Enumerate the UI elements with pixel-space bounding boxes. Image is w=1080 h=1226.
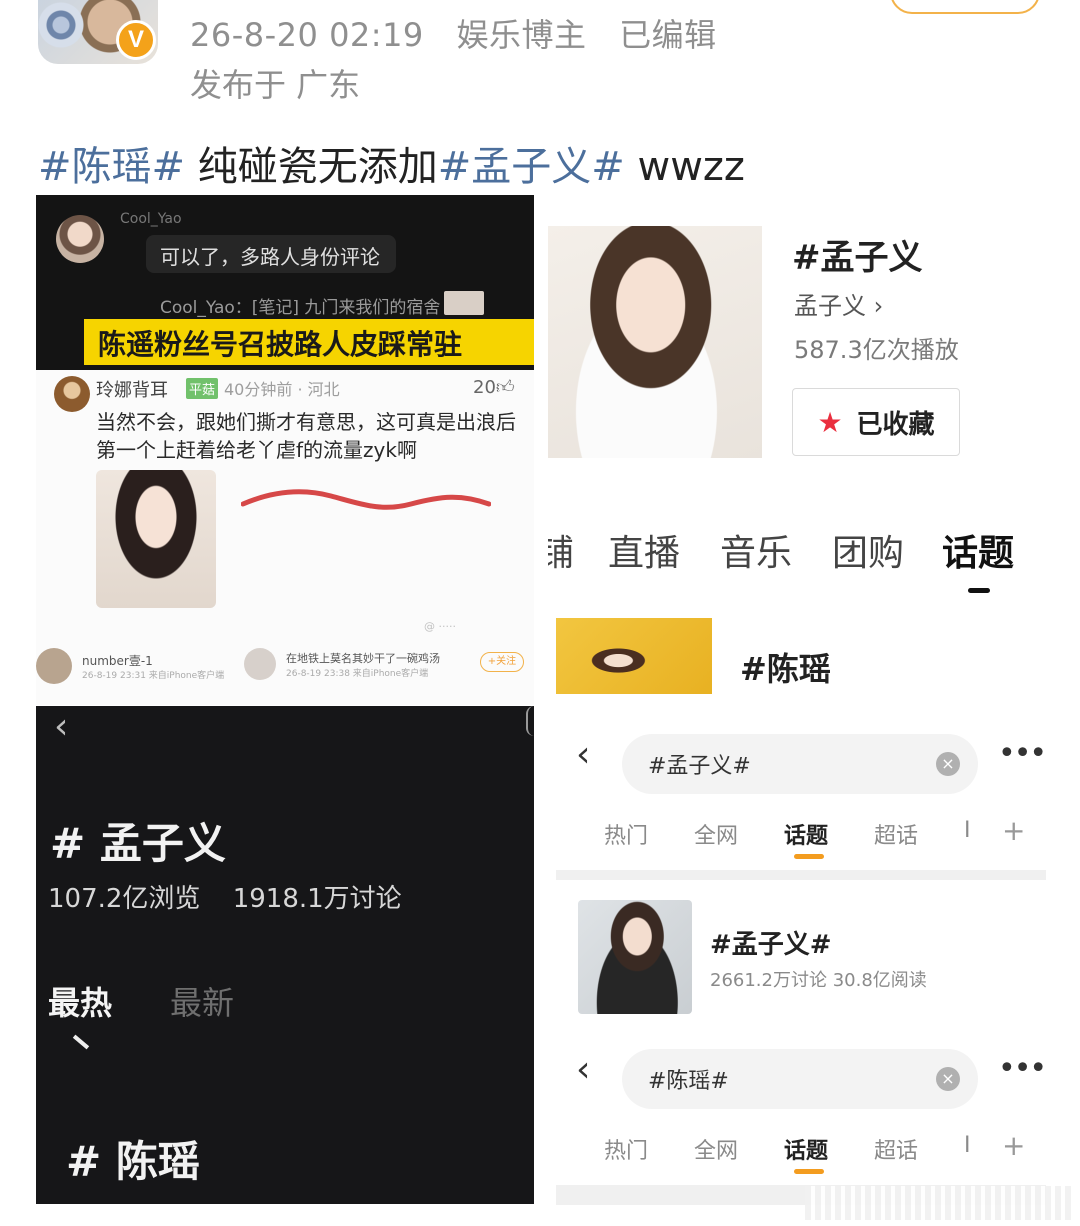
view-count: 107.2亿浏览 (48, 884, 201, 914)
search-tab-supertopic[interactable]: 超话 (874, 818, 918, 850)
footer-avatar (36, 648, 72, 684)
result-thumbnail[interactable] (578, 900, 692, 1014)
footer-meta: 26-8-19 23:31 来自iPhone客户端 (82, 671, 225, 681)
clear-icon[interactable]: × (936, 1067, 960, 1091)
plus-icon[interactable]: + (1002, 814, 1025, 847)
clear-icon[interactable]: × (936, 752, 960, 776)
footer-meta: 26-8-19 23:38 来自iPhone客户端 (286, 669, 429, 679)
post-text: #陈瑶# 纯碰瓷无添加#孟子义# wwzz (38, 134, 745, 192)
author-role: 娱乐博主 (456, 16, 587, 54)
thumb-up-icon: 👍︎ (495, 377, 515, 398)
footer-username: 在地铁上莫名其妙干了一碗鸡汤 (286, 652, 440, 665)
search-tab-hot[interactable]: 热门 (604, 818, 648, 850)
comment-body: 当然不会，跟她们撕才有意思，这可真是出浪后第一个上赶着给老丫虐f的流量zyk啊 (96, 410, 516, 462)
discussion-count: 1918.1万讨论 (232, 884, 402, 914)
caption-banner: 陈遥粉丝号召披路人皮踩常驻 (84, 319, 534, 365)
red-scribble (241, 489, 491, 510)
watermark: @ ····· (424, 620, 456, 633)
search-tab-topic[interactable]: 话题 (784, 1133, 828, 1165)
topic-author-link[interactable]: 孟子义 › (794, 286, 883, 321)
note-thumbnail (444, 291, 484, 315)
post-body-text: wwzz (624, 144, 745, 190)
post-body-text: 纯碰瓷无添加 (185, 144, 438, 190)
comment-photo (96, 470, 216, 608)
more-icon[interactable]: ••• (998, 736, 1046, 771)
tab-indicator (968, 588, 990, 593)
result-title[interactable]: #孟子义# (710, 924, 832, 961)
level-badge: 平菇 (186, 378, 219, 399)
more-icon[interactable]: ••• (998, 1051, 1046, 1086)
back-chevron-icon[interactable]: ‹ (576, 734, 590, 775)
search-tab-partial[interactable]: I (964, 818, 971, 843)
search-tab-topic[interactable]: 话题 (784, 818, 828, 850)
topic-photo (548, 226, 762, 458)
search-tab-hot[interactable]: 热门 (604, 1133, 648, 1165)
image-topic-card[interactable]: #孟子义 孟子义 › 587.3亿次播放 ★ 已收藏 (548, 210, 1046, 465)
hashtag-link[interactable]: #陈瑶# (38, 144, 185, 190)
comment-note: Cool_Yao：[笔记] 九门来我们的宿舍 (160, 298, 441, 318)
image-watermark-strip (805, 1186, 1073, 1220)
tab-hottest[interactable]: 最热 (48, 978, 112, 1024)
topic-title: # 孟子义 (50, 819, 226, 868)
tab-music[interactable]: 音乐 (720, 524, 792, 576)
back-chevron-icon[interactable]: ‹ (54, 706, 68, 747)
image-light-comment[interactable]: 玲娜背耳 平菇 40分钟前 · 河北 20👍︎ 当然不会，跟她们撕才有意思，这可… (36, 370, 534, 705)
search-query: #孟子义# (648, 754, 751, 779)
commenter-avatar (54, 376, 90, 412)
image-topic-row[interactable]: #陈瑶 (548, 614, 1046, 698)
topic-title: #孟子义 (792, 238, 923, 278)
commenter-avatar (56, 215, 104, 263)
topic-name: #陈瑶 (740, 650, 831, 688)
divider (556, 870, 1046, 880)
edited-label[interactable]: 已编辑 (619, 16, 717, 54)
hashtag-link[interactable]: #孟子义# (438, 144, 625, 190)
search-tab-supertopic[interactable]: 超话 (874, 1133, 918, 1165)
commenter-name: Cool_Yao (120, 211, 182, 227)
tab-group-buy[interactable]: 团购 (832, 524, 904, 576)
comment-bubble: 可以了，多路人身份评论 (146, 235, 396, 273)
edge-marker (526, 706, 534, 736)
topic-title: # 陈瑶 (66, 1137, 200, 1186)
search-tab-indicator (794, 1169, 824, 1174)
post-meta: 26-8-20 02:19 娱乐博主 已编辑 (190, 10, 739, 56)
verified-badge-icon: V (116, 20, 156, 60)
tab-indicator (72, 1034, 90, 1050)
search-tab-all[interactable]: 全网 (694, 818, 738, 850)
result-stats: 2661.2万讨论 30.8亿阅读 (710, 970, 927, 991)
image-search-bar[interactable]: ‹ #陈瑶# × ••• 热门 全网 话题 超话 I + (556, 1035, 1046, 1205)
like-count: 20👍︎ (473, 376, 515, 398)
image-tab-bar[interactable]: 铺 直播 音乐 团购 话题 (548, 520, 1046, 604)
favorited-label: 已收藏 (856, 409, 935, 440)
search-tab-partial[interactable]: I (964, 1133, 971, 1158)
search-tab-indicator (794, 854, 824, 859)
footer-follow-button[interactable]: +关注 (480, 652, 524, 672)
tab-topics[interactable]: 话题 (942, 524, 1014, 576)
post-location: 发布于 广东 (190, 66, 361, 104)
star-icon: ★ (817, 405, 843, 439)
search-query: #陈瑶# (648, 1069, 729, 1094)
post-datetime: 26-8-20 02:19 (190, 16, 424, 54)
footer-username: number壹-1 (82, 654, 153, 668)
commenter-name: 玲娜背耳 (96, 380, 168, 401)
flower-decoration (38, 2, 84, 48)
footer-avatar (244, 648, 276, 680)
image-search-result[interactable]: ‹ #孟子义# × ••• 热门 全网 话题 超话 I + #孟子义# 2661… (556, 720, 1046, 1025)
image-dark-topic-page[interactable]: ‹ # 孟子义 107.2亿浏览 1918.1万讨论 最热 最新 # 陈瑶 (36, 706, 534, 1204)
follow-button[interactable] (890, 0, 1040, 14)
topic-thumbnail (556, 618, 712, 694)
topic-stats: 107.2亿浏览 1918.1万讨论 (48, 878, 426, 915)
plus-icon[interactable]: + (1002, 1129, 1025, 1162)
like-count-value: 20 (473, 377, 496, 398)
back-chevron-icon[interactable]: ‹ (576, 1049, 590, 1090)
comment-time: 40分钟前 · 河北 (224, 380, 340, 399)
tab-newest[interactable]: 最新 (170, 978, 234, 1024)
play-count: 587.3亿次播放 (794, 336, 959, 364)
search-tab-all[interactable]: 全网 (694, 1133, 738, 1165)
favorited-button[interactable]: ★ 已收藏 (792, 388, 960, 456)
tab-live[interactable]: 直播 (608, 524, 680, 576)
image-dark-comment[interactable]: Cool_Yao 可以了，多路人身份评论 Cool_Yao：[笔记] 九门来我们… (36, 195, 534, 370)
tab-partial[interactable]: 铺 (548, 524, 574, 576)
